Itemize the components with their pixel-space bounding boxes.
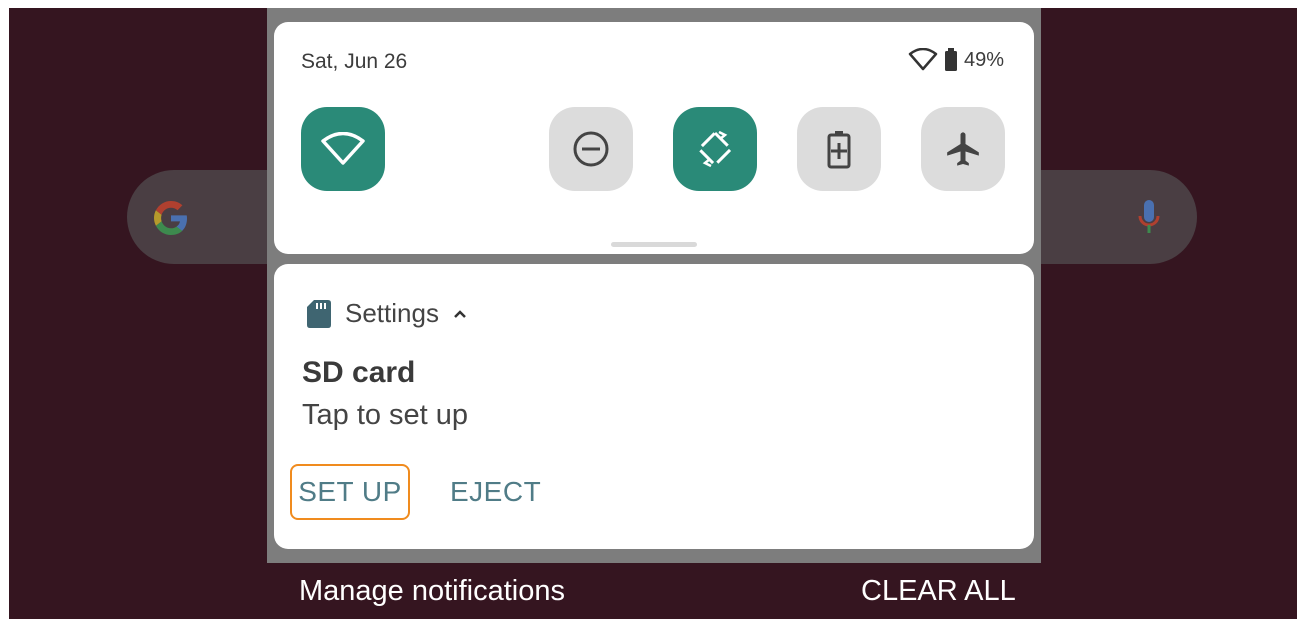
microphone-icon[interactable]: [1135, 196, 1163, 240]
battery-status-icon: [944, 48, 957, 71]
set-up-button[interactable]: SET UP: [290, 464, 410, 520]
chevron-up-icon[interactable]: [453, 309, 467, 319]
auto-rotate-icon: [697, 130, 733, 168]
wifi-icon: [321, 132, 365, 165]
notification-text: Tap to set up: [302, 399, 469, 431]
app-name: Settings: [345, 298, 439, 328]
do-not-disturb-icon: [573, 131, 609, 167]
tile-airplane-mode[interactable]: [921, 107, 1005, 191]
airplane-icon: [947, 132, 979, 166]
notification-title: SD card: [302, 356, 416, 389]
tile-auto-rotate[interactable]: [673, 107, 757, 191]
clear-all-button[interactable]: CLEAR ALL: [861, 575, 1016, 608]
panel-drag-handle[interactable]: [611, 242, 697, 247]
status-icons: 49%: [908, 48, 1004, 72]
eject-button[interactable]: EJECT: [450, 464, 541, 520]
tile-wifi[interactable]: [301, 107, 385, 191]
notification-card[interactable]: Settings SD card Tap to set up SET UP EJ…: [274, 264, 1034, 549]
battery-saver-icon: [827, 131, 851, 169]
tile-battery-saver[interactable]: [797, 107, 881, 191]
tile-do-not-disturb[interactable]: [549, 107, 633, 191]
manage-notifications-button[interactable]: Manage notifications: [299, 575, 565, 608]
sd-card-icon: [307, 299, 331, 328]
wifi-status-icon: [908, 48, 938, 71]
date-text: Sat, Jun 26: [301, 50, 408, 73]
battery-percent: 49%: [963, 48, 1004, 71]
quick-settings-panel: Sat, Jun 26 49%: [274, 22, 1034, 254]
google-logo-icon: [154, 201, 187, 235]
notification-header[interactable]: Settings: [307, 298, 467, 329]
